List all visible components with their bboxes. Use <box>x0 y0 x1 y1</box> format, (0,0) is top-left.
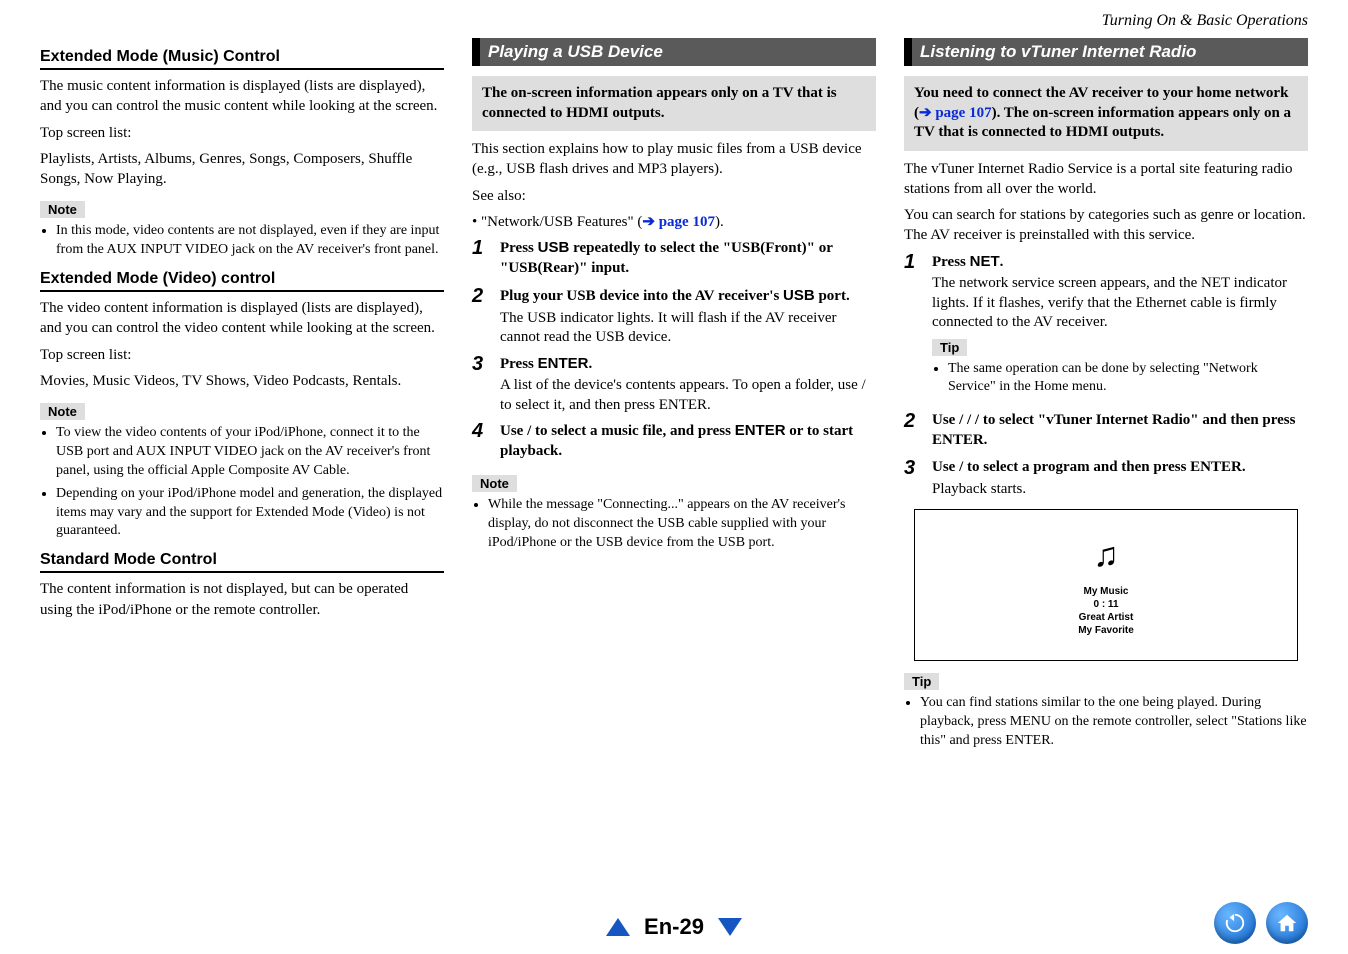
usb-feature-link-line: • "Network/USB Features" (➔ page 107). <box>472 212 876 232</box>
vtuner-step-2: 2 Use / / / to select "vTuner Internet R… <box>904 411 1308 452</box>
music-top-screen-items: Playlists, Artists, Albums, Genres, Song… <box>40 149 444 190</box>
usb-info-box: The on-screen information appears only o… <box>472 76 876 131</box>
heading-standard-mode: Standard Mode Control <box>40 551 444 573</box>
prev-page-button[interactable] <box>606 918 630 936</box>
mock-line-4: My Favorite <box>1078 624 1134 637</box>
mock-line-2: 0 : 11 <box>1093 598 1118 611</box>
note-label: Note <box>40 201 85 218</box>
header-section-path: Turning On & Basic Operations <box>1102 12 1308 30</box>
heading-vtuner: Listening to vTuner Internet Radio <box>904 38 1308 66</box>
home-icon <box>1276 912 1298 934</box>
video-note-item-1: To view the video contents of your iPod/… <box>56 424 444 481</box>
heading-usb: Playing a USB Device <box>472 38 876 66</box>
vtuner-paragraph-1: The vTuner Internet Radio Service is a p… <box>904 159 1308 200</box>
usb-step-2: 2 Plug your USB device into the AV recei… <box>472 286 876 348</box>
tip-label: Tip <box>932 339 967 356</box>
usb-step-1: 1 Press USB repeatedly to select the "US… <box>472 238 876 280</box>
back-button[interactable] <box>1214 902 1256 944</box>
column-middle: Playing a USB Device The on-screen infor… <box>472 38 876 759</box>
usb-intro-a: This section explains how to play music … <box>472 139 876 180</box>
video-top-screen-label: Top screen list: <box>40 345 444 365</box>
step-number: 3 <box>904 458 922 499</box>
step-number: 1 <box>472 238 490 280</box>
home-button[interactable] <box>1266 902 1308 944</box>
step-number: 2 <box>904 411 922 452</box>
step-number: 1 <box>904 252 922 406</box>
usb-step-4: 4 Use / to select a music file, and pres… <box>472 421 876 463</box>
page-footer: En-29 <box>0 914 1348 940</box>
note-label: Note <box>40 403 85 420</box>
page-107-link[interactable]: page 107 <box>935 105 991 121</box>
tip-label: Tip <box>904 673 939 690</box>
page-107-link[interactable]: page 107 <box>659 214 715 230</box>
heading-extended-music: Extended Mode (Music) Control <box>40 48 444 70</box>
vtuner-step-1: 1 Press NET. The network service screen … <box>904 252 1308 406</box>
mock-line-1: My Music <box>1083 585 1128 598</box>
vtuner-step-3: 3 Use / to select a program and then pre… <box>904 458 1308 499</box>
standard-mode-paragraph: The content information is not displayed… <box>40 579 444 620</box>
video-paragraph-1: The video content information is display… <box>40 298 444 339</box>
usb-step-3: 3 Press ENTER. A list of the device's co… <box>472 354 876 416</box>
vtuner-tip-item-2: You can find stations similar to the one… <box>920 694 1308 751</box>
step-number: 2 <box>472 286 490 348</box>
music-note-icon: ♫ <box>1093 533 1119 577</box>
video-top-screen-items: Movies, Music Videos, TV Shows, Video Po… <box>40 371 444 391</box>
step-number: 4 <box>472 421 490 463</box>
video-note-item-2: Depending on your iPod/iPhone model and … <box>56 485 444 542</box>
mock-line-3: Great Artist <box>1079 611 1134 624</box>
column-right: Listening to vTuner Internet Radio You n… <box>904 38 1308 759</box>
usb-intro-b: See also: <box>472 186 876 206</box>
music-paragraph-1: The music content information is display… <box>40 76 444 117</box>
note-label: Note <box>472 475 517 492</box>
back-arrow-icon <box>1224 912 1246 934</box>
next-page-button[interactable] <box>718 918 742 936</box>
vtuner-info-box: You need to connect the AV receiver to y… <box>904 76 1308 151</box>
heading-extended-video: Extended Mode (Video) control <box>40 270 444 292</box>
music-top-screen-label: Top screen list: <box>40 123 444 143</box>
vtuner-tip-item-1: The same operation can be done by select… <box>948 360 1308 398</box>
playback-screen-mock: ♫ My Music 0 : 11 Great Artist My Favori… <box>914 509 1298 661</box>
page-number: En-29 <box>644 914 704 940</box>
step-number: 3 <box>472 354 490 416</box>
vtuner-paragraph-2: You can search for stations by categorie… <box>904 205 1308 246</box>
column-left: Extended Mode (Music) Control The music … <box>40 38 444 759</box>
usb-note-item: While the message "Connecting..." appear… <box>488 496 876 553</box>
music-note-item: In this mode, video contents are not dis… <box>56 222 444 260</box>
